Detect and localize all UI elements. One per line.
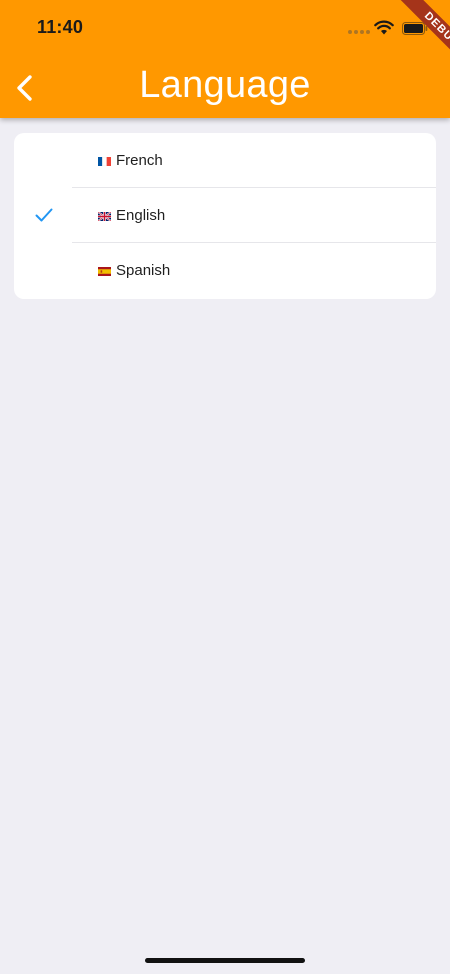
france-flag-icon bbox=[98, 157, 111, 166]
cellular-signal-icon bbox=[348, 30, 370, 36]
language-list: French English Spanish bbox=[14, 133, 436, 299]
language-label: French bbox=[116, 152, 163, 169]
spain-flag-icon bbox=[98, 267, 111, 276]
wifi-icon bbox=[374, 20, 394, 35]
status-time: 11:40 bbox=[37, 17, 84, 37]
page-title: Language bbox=[139, 64, 311, 106]
language-item-spanish[interactable]: Spanish bbox=[14, 243, 436, 298]
home-indicator[interactable] bbox=[145, 958, 305, 963]
uk-flag-icon bbox=[98, 212, 111, 221]
app-bar: 11:40 DEBUG Language bbox=[0, 0, 450, 118]
checkmark-icon bbox=[35, 208, 53, 222]
language-label: Spanish bbox=[116, 262, 171, 279]
language-item-english[interactable]: English bbox=[14, 188, 436, 243]
language-item-french[interactable]: French bbox=[14, 133, 436, 188]
language-label: English bbox=[116, 207, 166, 224]
